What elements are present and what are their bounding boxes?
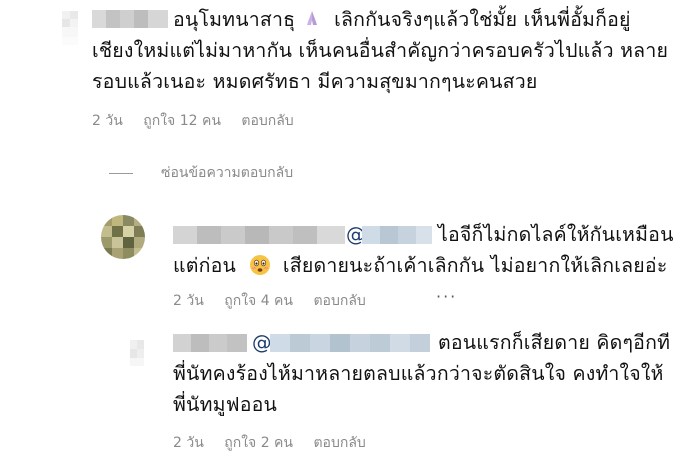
likes-count[interactable]: ถูกใจ 12 คน bbox=[143, 110, 221, 132]
comment-text-line: รอบแล้วเนอะ หมดศรัทธา มีความสุขมากๆนะคนส… bbox=[92, 70, 538, 93]
avatar[interactable] bbox=[130, 340, 144, 366]
username-blurred[interactable] bbox=[92, 10, 168, 28]
mention-blurred[interactable] bbox=[362, 226, 432, 244]
reply-button[interactable]: ตอบกลับ bbox=[313, 290, 365, 312]
timestamp: 2 วัน bbox=[92, 113, 123, 129]
worried-face-icon bbox=[249, 255, 270, 275]
username-blurred[interactable] bbox=[173, 226, 345, 244]
comment-meta: 2 วัน ถูกใจ 4 คน ตอบกลับ bbox=[173, 290, 366, 312]
praying-hands-icon bbox=[306, 11, 317, 25]
mention-blurred[interactable] bbox=[270, 334, 430, 352]
comment-meta: 2 วัน ถูกใจ 12 คน ตอบกลับ bbox=[92, 110, 294, 132]
avatar[interactable] bbox=[62, 11, 78, 45]
comment-text-line: เชียงใหม่แต่ไม่มาหากัน เห็นคนอื่นสำคัญกว… bbox=[92, 39, 669, 62]
timestamp: 2 วัน bbox=[173, 293, 204, 309]
reply-button[interactable]: ตอบกลับ bbox=[241, 110, 293, 132]
comment-text-line: ตอนแรกก็เสียดาย คิดๆอีกที bbox=[438, 331, 671, 354]
avatar[interactable] bbox=[101, 215, 145, 259]
reply-button[interactable]: ตอบกลับ bbox=[313, 432, 365, 454]
comment-text-line: อนุโมทนาสาธุ bbox=[173, 8, 296, 31]
comment-text-line: แต่ก่อน bbox=[173, 254, 237, 277]
comment-text-line: เสียดายนะถ้าเค้าเลิกกัน ไม่อยากให้เลิกเล… bbox=[282, 254, 668, 277]
comment-text: แต่ก่อน เสียดายนะถ้าเค้าเลิกกัน ไม่อยากใ… bbox=[173, 250, 668, 281]
more-options-icon[interactable]: ··· bbox=[436, 287, 457, 306]
hide-replies-label[interactable]: ซ่อนข้อความตอบกลับ bbox=[161, 162, 293, 184]
mention-prefix[interactable]: @ bbox=[252, 331, 272, 354]
mention[interactable]: @ bbox=[252, 327, 272, 358]
comment-text: อนุโมทนาสาธุ เลิกกันจริงๆแล้วใช่มั้ย เห็… bbox=[173, 4, 631, 35]
comment-text-line: ไอจีก็ไม่กดไลค์ให้กันเหมือน bbox=[438, 223, 674, 246]
comment-text-line: พี่นัทคงร้องไห้มาหลายตลบแล้วกว่าจะตัดสิน… bbox=[173, 362, 664, 385]
username-blurred[interactable] bbox=[173, 334, 247, 352]
divider-line bbox=[109, 172, 133, 174]
timestamp: 2 วัน bbox=[173, 435, 204, 451]
likes-count[interactable]: ถูกใจ 4 คน bbox=[224, 290, 293, 312]
likes-count[interactable]: ถูกใจ 2 คน bbox=[224, 432, 293, 454]
comment-text-line: พี่นัทมูฟออน bbox=[173, 393, 278, 416]
comment-text-line: เลิกกันจริงๆแล้วใช่มั้ย เห็นพี่อั้มก็อยู… bbox=[334, 8, 631, 31]
comment-meta: 2 วัน ถูกใจ 2 คน ตอบกลับ bbox=[173, 432, 366, 454]
hide-replies-toggle[interactable]: ซ่อนข้อความตอบกลับ bbox=[109, 162, 293, 184]
